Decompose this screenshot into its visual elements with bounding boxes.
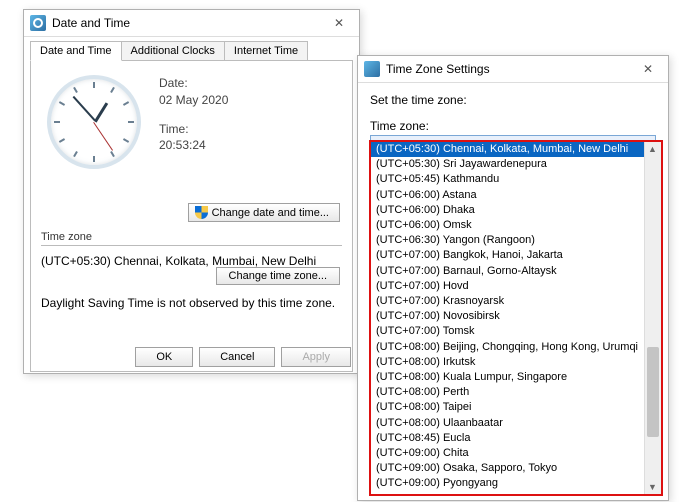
window-title: Time Zone Settings bbox=[386, 62, 634, 76]
timezone-option[interactable]: (UTC+08:00) Ulaanbaatar bbox=[371, 416, 644, 431]
tab-strip: Date and Time Additional Clocks Internet… bbox=[30, 41, 353, 61]
change-timezone-button[interactable]: Change time zone... bbox=[216, 267, 340, 285]
apply-button[interactable]: Apply bbox=[281, 347, 351, 367]
close-icon[interactable]: ✕ bbox=[325, 14, 353, 32]
timezone-option[interactable]: (UTC+07:00) Tomsk bbox=[371, 324, 644, 339]
timezone-option[interactable]: (UTC+09:00) Seoul bbox=[371, 492, 644, 494]
date-label: Date: bbox=[159, 75, 228, 92]
title-bar[interactable]: Time Zone Settings ✕ bbox=[358, 56, 668, 83]
timezone-option[interactable]: (UTC+07:00) Krasnoyarsk bbox=[371, 294, 644, 309]
date-time-dialog: Date and Time ✕ Date and Time Additional… bbox=[23, 9, 360, 374]
tab-internet-time[interactable]: Internet Time bbox=[224, 41, 308, 61]
timezone-option[interactable]: (UTC+08:00) Kuala Lumpur, Singapore bbox=[371, 370, 644, 385]
time-value: 20:53:24 bbox=[159, 137, 228, 154]
scroll-up-icon[interactable]: ▲ bbox=[648, 144, 657, 154]
scroll-down-icon[interactable]: ▼ bbox=[648, 482, 657, 492]
title-bar[interactable]: Date and Time ✕ bbox=[24, 10, 359, 37]
timezone-option[interactable]: (UTC+07:00) Barnaul, Gorno-Altaysk bbox=[371, 264, 644, 279]
timezone-option[interactable]: (UTC+06:30) Yangon (Rangoon) bbox=[371, 233, 644, 248]
second-hand bbox=[93, 122, 113, 151]
timezone-option[interactable]: (UTC+06:00) Omsk bbox=[371, 218, 644, 233]
timezone-option[interactable]: (UTC+09:00) Osaka, Sapporo, Tokyo bbox=[371, 461, 644, 476]
timezone-option[interactable]: (UTC+08:00) Beijing, Chongqing, Hong Kon… bbox=[371, 340, 644, 355]
timezone-option[interactable]: (UTC+07:00) Hovd bbox=[371, 279, 644, 294]
current-timezone: (UTC+05:30) Chennai, Kolkata, Mumbai, Ne… bbox=[41, 254, 342, 268]
tab-date-time[interactable]: Date and Time bbox=[30, 41, 122, 61]
timezone-option[interactable]: (UTC+09:00) Chita bbox=[371, 446, 644, 461]
hour-hand bbox=[94, 102, 108, 122]
shield-icon bbox=[195, 206, 208, 219]
minute-hand bbox=[73, 96, 96, 121]
scrollbar[interactable]: ▲ ▼ bbox=[644, 142, 661, 494]
set-timezone-label: Set the time zone: bbox=[370, 93, 656, 107]
change-date-time-label: Change date and time... bbox=[212, 207, 329, 219]
timezone-field-label: Time zone: bbox=[370, 119, 656, 133]
date-value: 02 May 2020 bbox=[159, 92, 228, 109]
timezone-option[interactable]: (UTC+05:30) Sri Jayawardenepura bbox=[371, 157, 644, 172]
divider bbox=[41, 245, 342, 246]
timezone-option[interactable]: (UTC+05:30) Chennai, Kolkata, Mumbai, Ne… bbox=[371, 142, 644, 157]
scroll-thumb[interactable] bbox=[647, 347, 659, 437]
window-title: Date and Time bbox=[52, 16, 325, 30]
close-icon[interactable]: ✕ bbox=[634, 62, 662, 76]
timezone-option[interactable]: (UTC+07:00) Novosibirsk bbox=[371, 309, 644, 324]
tab-additional-clocks[interactable]: Additional Clocks bbox=[121, 41, 225, 61]
timezone-dropdown[interactable]: (UTC+05:30) Chennai, Kolkata, Mumbai, Ne… bbox=[369, 140, 663, 496]
timezone-option[interactable]: (UTC+08:00) Perth bbox=[371, 385, 644, 400]
cancel-button[interactable]: Cancel bbox=[199, 347, 275, 367]
timezone-option[interactable]: (UTC+06:00) Dhaka bbox=[371, 203, 644, 218]
timezone-option[interactable]: (UTC+08:45) Eucla bbox=[371, 431, 644, 446]
timezone-option[interactable]: (UTC+07:00) Bangkok, Hanoi, Jakarta bbox=[371, 248, 644, 263]
timezone-option[interactable]: (UTC+05:45) Kathmandu bbox=[371, 172, 644, 187]
timezone-option[interactable]: (UTC+08:00) Taipei bbox=[371, 400, 644, 415]
timezone-option[interactable]: (UTC+09:00) Pyongyang bbox=[371, 476, 644, 491]
dialog-buttons: OK Cancel Apply bbox=[135, 347, 351, 367]
datetime-icon bbox=[30, 15, 46, 31]
dst-notice: Daylight Saving Time is not observed by … bbox=[41, 296, 342, 310]
datetime-icon bbox=[364, 61, 380, 77]
timezone-option[interactable]: (UTC+08:00) Irkutsk bbox=[371, 355, 644, 370]
tab-body: Date: 02 May 2020 Time: 20:53:24 Change … bbox=[30, 60, 353, 372]
change-date-time-button[interactable]: Change date and time... bbox=[188, 203, 340, 222]
ok-button[interactable]: OK bbox=[135, 347, 193, 367]
analog-clock bbox=[47, 75, 141, 169]
time-label: Time: bbox=[159, 121, 228, 138]
timezone-option[interactable]: (UTC+06:00) Astana bbox=[371, 188, 644, 203]
timezone-header: Time zone bbox=[41, 231, 342, 243]
